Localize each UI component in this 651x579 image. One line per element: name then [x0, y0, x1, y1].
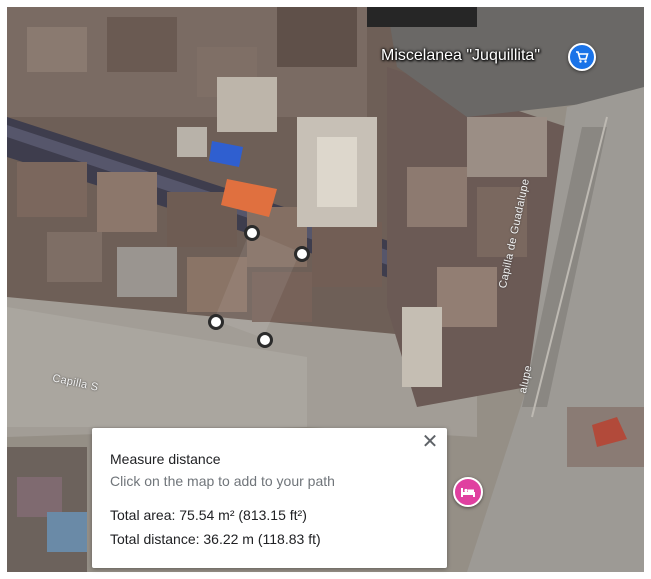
- hotel-bed-icon[interactable]: [453, 477, 483, 507]
- total-area: Total area: 75.54 m² (813.15 ft²): [110, 507, 307, 523]
- path-point[interactable]: [294, 246, 310, 262]
- path-point[interactable]: [244, 225, 260, 241]
- panel-hint: Click on the map to add to your path: [110, 473, 335, 489]
- measure-distance-panel: ✕ Measure distance Click on the map to a…: [92, 428, 447, 568]
- total-distance: Total distance: 36.22 m (118.83 ft): [110, 531, 321, 547]
- place-label-miscelanea[interactable]: Miscelanea "Juquillita": [381, 47, 540, 65]
- shopping-cart-icon[interactable]: [568, 43, 596, 71]
- path-point[interactable]: [257, 332, 273, 348]
- path-point[interactable]: [208, 314, 224, 330]
- panel-title: Measure distance: [110, 451, 221, 467]
- close-icon[interactable]: ✕: [419, 431, 441, 453]
